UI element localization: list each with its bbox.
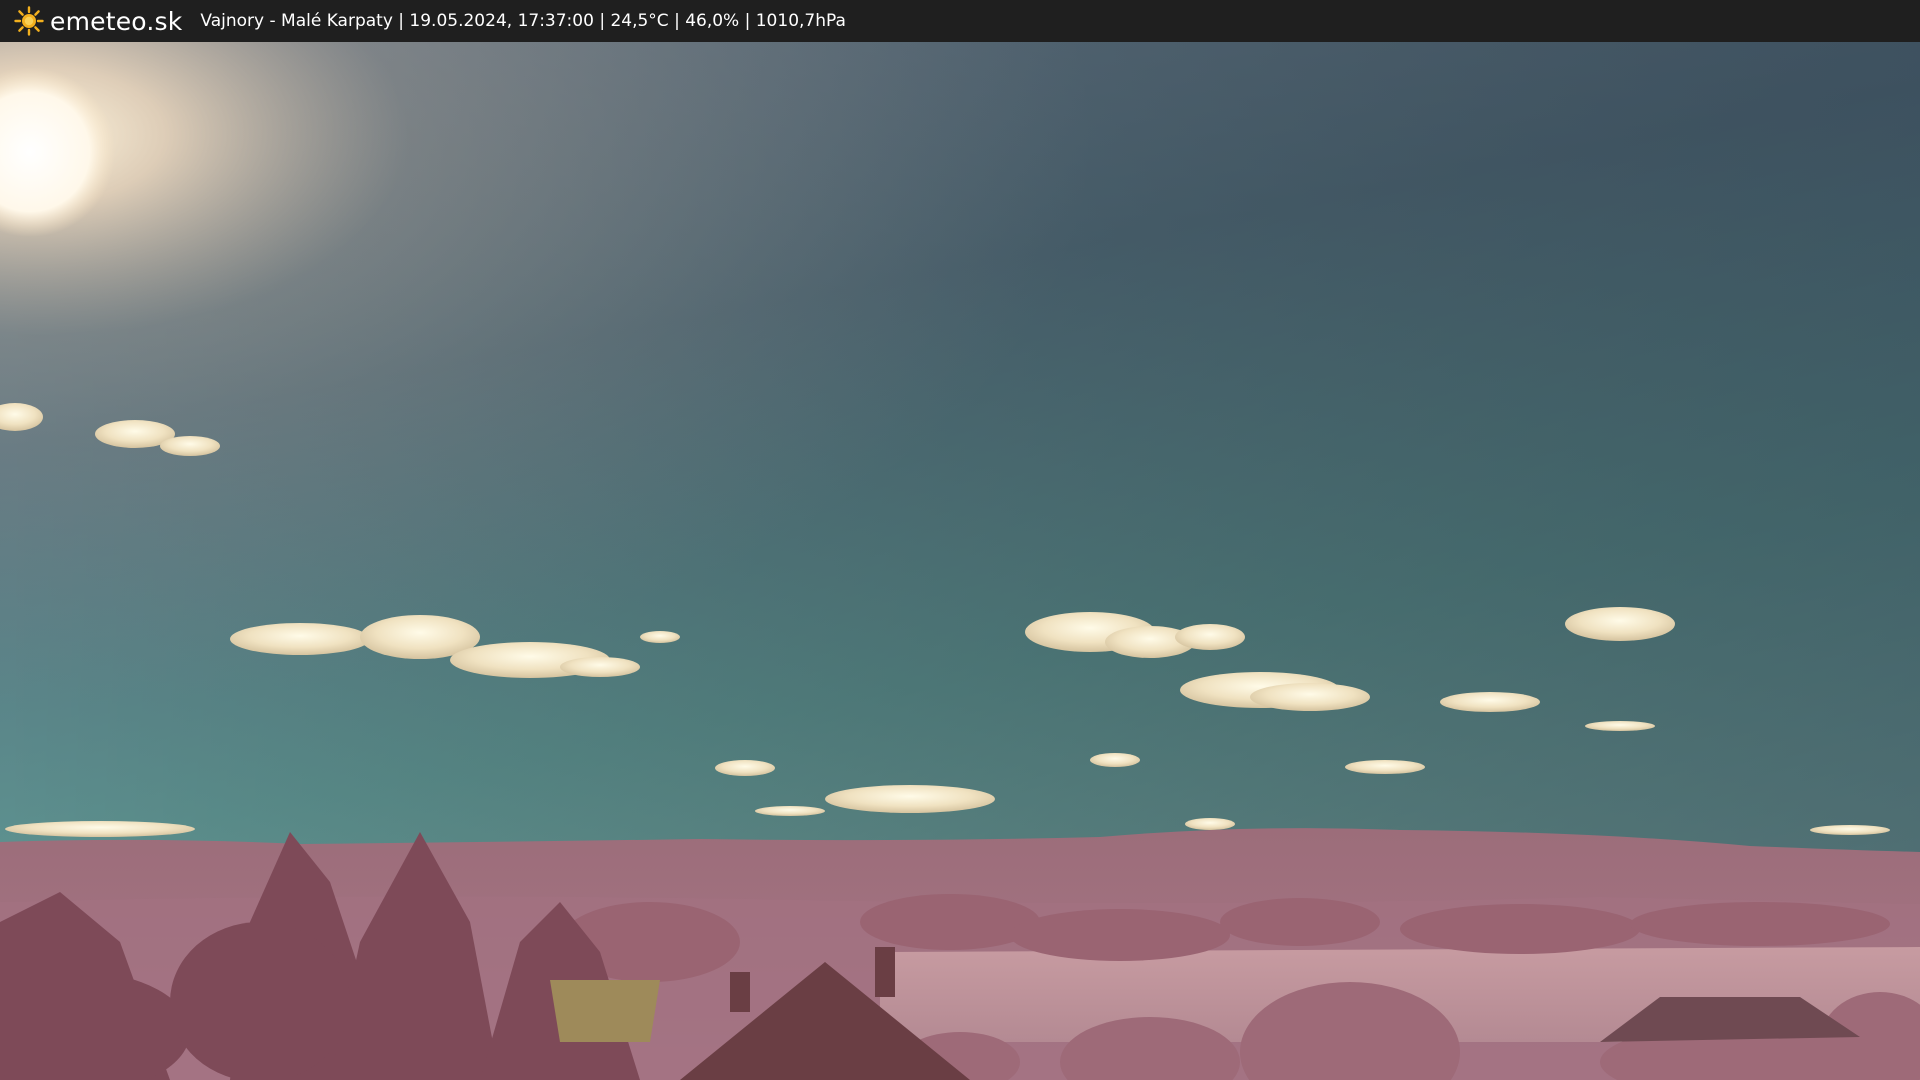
webcam-caption: Vajnory - Malé Karpaty | 19.05.2024, 17:… bbox=[200, 11, 846, 31]
webcam-scene bbox=[0, 42, 1920, 1080]
brand-name: emeteo.sk bbox=[50, 6, 183, 36]
brand-logo[interactable]: emeteo.sk bbox=[14, 6, 182, 36]
webcam-frame: emeteo.sk Vajnory - Malé Karpaty | 19.05… bbox=[0, 0, 1920, 1080]
sun-icon bbox=[14, 6, 44, 36]
webcam-image bbox=[0, 42, 1920, 1080]
top-bar: emeteo.sk Vajnory - Malé Karpaty | 19.05… bbox=[0, 0, 1920, 42]
